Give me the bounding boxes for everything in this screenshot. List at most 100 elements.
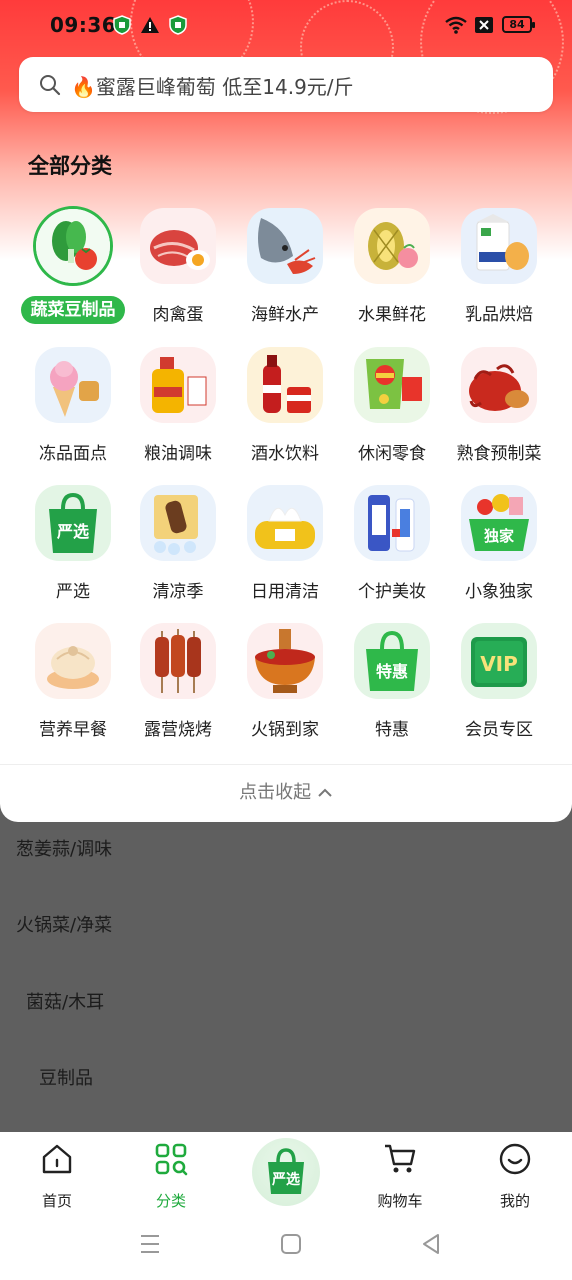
svg-text:VIP: VIP — [480, 652, 518, 676]
category-drinks[interactable]: 酒水饮料 — [231, 347, 339, 477]
category-breakfast[interactable]: 营养早餐 — [19, 623, 127, 753]
battery-indicator: 84 — [502, 16, 535, 33]
snack-icon — [354, 347, 430, 423]
category-label: 熟食预制菜 — [456, 444, 542, 464]
category-label: 水果鲜花 — [358, 305, 426, 325]
subcategory-item[interactable]: 豆制品 — [39, 1064, 93, 1090]
vegetable-icon — [33, 206, 113, 286]
shield-icon — [169, 15, 187, 35]
category-icon — [155, 1143, 188, 1176]
subcategory-item[interactable]: 葱姜蒜/调味 — [16, 835, 112, 861]
svg-text:严选: 严选 — [271, 1171, 300, 1188]
category-cleaning[interactable]: 日用清洁 — [231, 485, 339, 615]
category-label: 冻品面点 — [39, 444, 107, 464]
meat-icon — [140, 208, 216, 284]
nav-yanxuan-center[interactable]: 严选 — [252, 1138, 320, 1206]
bun-icon — [35, 623, 111, 699]
seafood-icon — [247, 208, 323, 284]
frozen-icon — [35, 347, 111, 423]
category-label: 肉禽蛋 — [152, 305, 204, 325]
status-bar: 09:36 84 — [0, 0, 572, 52]
cooked-food-icon — [461, 347, 537, 423]
category-hotpot[interactable]: 火锅到家 — [231, 623, 339, 753]
tissue-icon — [247, 485, 323, 561]
category-label: 个护美妆 — [358, 582, 426, 602]
nav-label: 分类 — [155, 1192, 186, 1210]
category-label: 火锅到家 — [251, 720, 319, 740]
bbq-icon — [140, 623, 216, 699]
home-icon — [42, 1144, 72, 1174]
status-time: 09:36 — [50, 13, 117, 37]
collapse-button[interactable]: 点击收起 — [0, 778, 572, 804]
svg-text:特惠: 特惠 — [376, 662, 408, 681]
shield-icon — [113, 15, 131, 35]
category-dairy[interactable]: 乳品烘焙 — [445, 208, 553, 338]
warning-icon — [141, 17, 159, 33]
back-icon[interactable] — [420, 1232, 442, 1256]
category-fruit[interactable]: 水果鲜花 — [338, 208, 446, 338]
category-personal-care[interactable]: 个护美妆 — [338, 485, 446, 615]
nav-label: 购物车 — [377, 1192, 423, 1210]
category-seafood[interactable]: 海鲜水产 — [231, 208, 339, 338]
home-square-icon[interactable] — [280, 1232, 302, 1256]
category-label: 特惠 — [375, 720, 409, 740]
category-label: 营养早餐 — [39, 720, 107, 740]
category-snacks[interactable]: 休闲零食 — [338, 347, 446, 477]
category-summer[interactable]: 清凉季 — [124, 485, 232, 615]
drink-icon — [247, 347, 323, 423]
fruit-icon — [354, 208, 430, 284]
category-label: 粮油调味 — [144, 444, 212, 464]
category-vip[interactable]: VIP 会员专区 — [445, 623, 553, 753]
yanxuan-center-icon: 严选 — [268, 1148, 304, 1194]
category-cooked-food[interactable]: 熟食预制菜 — [445, 347, 553, 477]
hotpot-icon — [247, 623, 323, 699]
category-label: 严选 — [56, 582, 90, 602]
category-frozen[interactable]: 冻品面点 — [19, 347, 127, 477]
nav-label: 我的 — [499, 1192, 530, 1210]
dairy-icon — [461, 208, 537, 284]
category-label: 小象独家 — [465, 582, 533, 602]
yanxuan-bag-icon: 严选 — [35, 485, 111, 561]
category-label: 酒水饮料 — [251, 444, 319, 464]
subcategory-item[interactable]: 火锅菜/净菜 — [16, 911, 112, 937]
profile-icon — [499, 1143, 531, 1175]
subcategory-item[interactable]: 菌菇/木耳 — [26, 988, 104, 1014]
divider — [0, 764, 572, 765]
category-oil[interactable]: 粮油调味 — [124, 347, 232, 477]
bottom-nav: 首页 分类 严选 购物车 我的 — [0, 1132, 572, 1280]
svg-text:独家: 独家 — [484, 527, 514, 545]
search-bar[interactable]: 🔥蜜露巨峰葡萄 低至14.9元/斤 — [19, 57, 553, 112]
wifi-icon — [445, 16, 467, 34]
category-label: 蔬菜豆制品 — [21, 296, 125, 324]
category-label: 日用清洁 — [251, 582, 319, 602]
toothpaste-icon — [354, 485, 430, 561]
category-label: 露营烧烤 — [144, 720, 212, 740]
category-label: 休闲零食 — [358, 444, 426, 464]
search-placeholder: 🔥蜜露巨峰葡萄 低至14.9元/斤 — [71, 75, 354, 99]
chevron-up-icon — [318, 788, 332, 797]
category-yanxuan[interactable]: 严选 严选 — [19, 485, 127, 615]
cart-icon — [385, 1144, 416, 1173]
nav-label: 首页 — [41, 1192, 72, 1210]
category-panel: 09:36 84 🔥蜜露巨峰葡萄 低至14.9元/斤 全部分类 蔬菜豆制品 肉禽… — [0, 0, 572, 822]
category-bbq[interactable]: 露营烧烤 — [124, 623, 232, 753]
category-label: 会员专区 — [465, 720, 533, 740]
collapse-label: 点击收起 — [239, 782, 312, 803]
category-discount[interactable]: 特惠 特惠 — [338, 623, 446, 753]
ice-cream-icon — [140, 485, 216, 561]
vip-icon: VIP — [461, 623, 537, 699]
exclusive-basket-icon: 独家 — [461, 485, 537, 561]
discount-bag-icon: 特惠 — [354, 623, 430, 699]
category-label: 清凉季 — [152, 582, 204, 602]
category-label: 海鲜水产 — [251, 305, 319, 325]
menu-icon[interactable] — [139, 1232, 161, 1256]
section-title: 全部分类 — [28, 154, 112, 178]
category-vegetables[interactable]: 蔬菜豆制品 — [19, 206, 127, 338]
no-sim-icon — [475, 17, 493, 33]
category-meat[interactable]: 肉禽蛋 — [124, 208, 232, 338]
category-label: 乳品烘焙 — [465, 305, 533, 325]
search-icon — [40, 75, 61, 96]
category-exclusive[interactable]: 独家 小象独家 — [445, 485, 553, 615]
svg-text:严选: 严选 — [56, 522, 89, 541]
oil-icon — [140, 347, 216, 423]
